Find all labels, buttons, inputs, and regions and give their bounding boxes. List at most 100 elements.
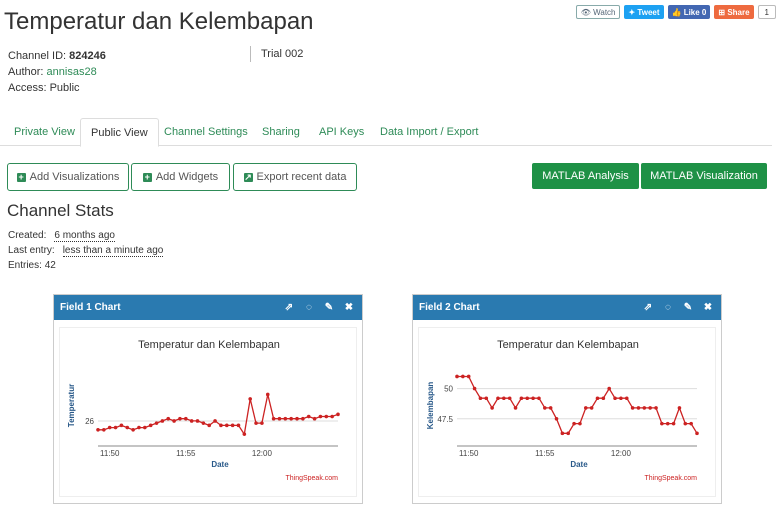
- data-point: [502, 396, 506, 401]
- matlab-visualization-button[interactable]: MATLAB Visualization: [641, 163, 767, 189]
- data-point: [695, 431, 699, 436]
- data-point: [119, 423, 124, 428]
- tab-public-view[interactable]: Public View: [80, 118, 159, 147]
- data-point: [507, 396, 512, 401]
- author-link[interactable]: annisas28: [47, 66, 97, 78]
- data-point: [624, 396, 629, 401]
- data-point: [560, 431, 565, 436]
- channel-meta: Channel ID: 824246 Author: annisas28 Acc…: [8, 48, 106, 96]
- comment-icon[interactable]: ◌: [663, 302, 673, 313]
- share-button[interactable]: ⊞ Share: [714, 5, 754, 19]
- data-point: [295, 416, 299, 421]
- close-icon[interactable]: ✖: [344, 302, 354, 313]
- data-point: [595, 396, 600, 401]
- data-point: [260, 421, 264, 425]
- external-link-icon[interactable]: ⇗: [643, 302, 653, 313]
- x-tick-label: 11:55: [176, 449, 196, 458]
- field-2-chart-svg: Temperatur dan Kelembapan 47.5 50 11:50 11:5…: [426, 339, 699, 482]
- watch-button[interactable]: 👁 Watch: [575, 5, 621, 19]
- data-point: [665, 421, 670, 426]
- data-point: [619, 396, 623, 401]
- panel-title: Field 2 Chart: [419, 302, 480, 313]
- field-2-chart: Temperatur dan Kelembapan 47.5 50 11:50 11:5…: [418, 327, 716, 497]
- data-point: [184, 416, 188, 421]
- tweet-button[interactable]: ✦ Tweet: [624, 5, 664, 19]
- add-visualizations-button[interactable]: + Add Visualizations: [7, 163, 129, 191]
- y-axis-label: Kelembapan: [426, 382, 435, 430]
- data-point: [543, 406, 547, 410]
- field-1-chart-panel: Field 1 Chart ⇗ ◌ ✎ ✖ Temperatur dan Kel…: [53, 294, 363, 504]
- tab-channel-settings[interactable]: Channel Settings: [154, 118, 258, 146]
- data-point: [201, 421, 206, 425]
- export-recent-data-button[interactable]: ↗ Export recent data: [233, 163, 357, 191]
- data-point: [224, 423, 229, 428]
- author-row: Author: annisas28: [8, 66, 97, 78]
- thumbs-up-icon: 👍: [671, 7, 684, 17]
- share-count: 1: [757, 5, 776, 19]
- data-point: [572, 421, 576, 426]
- data-point: [607, 386, 611, 391]
- data-point: [478, 396, 483, 401]
- matlab-analysis-button[interactable]: MATLAB Analysis: [532, 163, 639, 189]
- data-point: [248, 397, 252, 401]
- chart-title: Temperatur dan Kelembapan: [497, 339, 639, 351]
- channel-stats-heading: Channel Stats: [7, 201, 114, 220]
- data-point: [219, 423, 223, 428]
- edit-pencil-icon[interactable]: ✎: [324, 302, 334, 313]
- data-point: [601, 396, 606, 401]
- data-point: [318, 414, 323, 419]
- data-point: [636, 406, 641, 410]
- tab-api-keys[interactable]: API Keys: [309, 118, 374, 146]
- x-axis-label: Date: [211, 460, 229, 469]
- data-point: [461, 374, 465, 379]
- chart-title: Temperatur dan Kelembapan: [138, 339, 280, 351]
- twitter-icon: ✦: [628, 7, 638, 17]
- data-point: [642, 406, 647, 410]
- data-point: [125, 425, 130, 430]
- chart-credit: ThingSpeak.com: [285, 475, 338, 482]
- tab-sharing[interactable]: Sharing: [252, 118, 310, 146]
- edit-pencil-icon[interactable]: ✎: [683, 302, 693, 313]
- data-point: [154, 421, 159, 425]
- data-point: [178, 416, 182, 421]
- data-point: [137, 425, 141, 430]
- close-icon[interactable]: ✖: [703, 302, 713, 313]
- comment-icon[interactable]: ◌: [304, 302, 314, 313]
- data-point: [336, 412, 340, 417]
- data-point: [172, 419, 176, 423]
- data-point: [496, 396, 500, 401]
- channel-stats: Created: 6 months ago Last entry: less tha…: [8, 228, 164, 273]
- data-point: [566, 431, 571, 436]
- access-value: Public: [49, 82, 80, 94]
- data-point: [236, 423, 241, 428]
- last-entry-row: Last entry: less than a minute ago: [8, 245, 164, 257]
- like-button[interactable]: 👍 Like 0: [667, 5, 711, 19]
- tab-private-view[interactable]: Private View: [4, 118, 85, 146]
- data-point: [195, 419, 200, 423]
- data-point: [589, 406, 594, 410]
- x-tick-label: 11:50: [100, 449, 120, 458]
- access-row: Access: Public: [8, 82, 80, 94]
- data-point: [583, 406, 588, 410]
- data-point: [548, 406, 553, 410]
- data-point: [455, 374, 459, 379]
- data-point: [537, 396, 541, 401]
- field-1-chart-svg: Temperatur dan Kelembapan 26 11:50 11:55 12:…: [67, 339, 340, 482]
- external-link-icon[interactable]: ⇗: [284, 302, 294, 313]
- y-tick-label: 47.5: [437, 415, 453, 424]
- plus-icon: +: [142, 171, 152, 182]
- data-point: [578, 421, 582, 426]
- last-entry-value: less than a minute ago: [62, 245, 164, 257]
- data-point: [277, 416, 282, 421]
- x-tick-label: 12:00: [611, 449, 632, 458]
- tab-data-import-export[interactable]: Data Import / Export: [370, 118, 488, 146]
- data-point: [213, 419, 217, 423]
- data-point: [312, 416, 317, 421]
- data-point: [630, 406, 635, 410]
- add-widgets-button[interactable]: + Add Widgets: [131, 163, 230, 191]
- channel-id-row: Channel ID: 824246: [8, 50, 106, 62]
- data-point: [166, 416, 171, 421]
- eye-icon: 👁: [580, 7, 594, 17]
- entries-value: 42: [44, 260, 56, 271]
- data-point: [207, 423, 212, 428]
